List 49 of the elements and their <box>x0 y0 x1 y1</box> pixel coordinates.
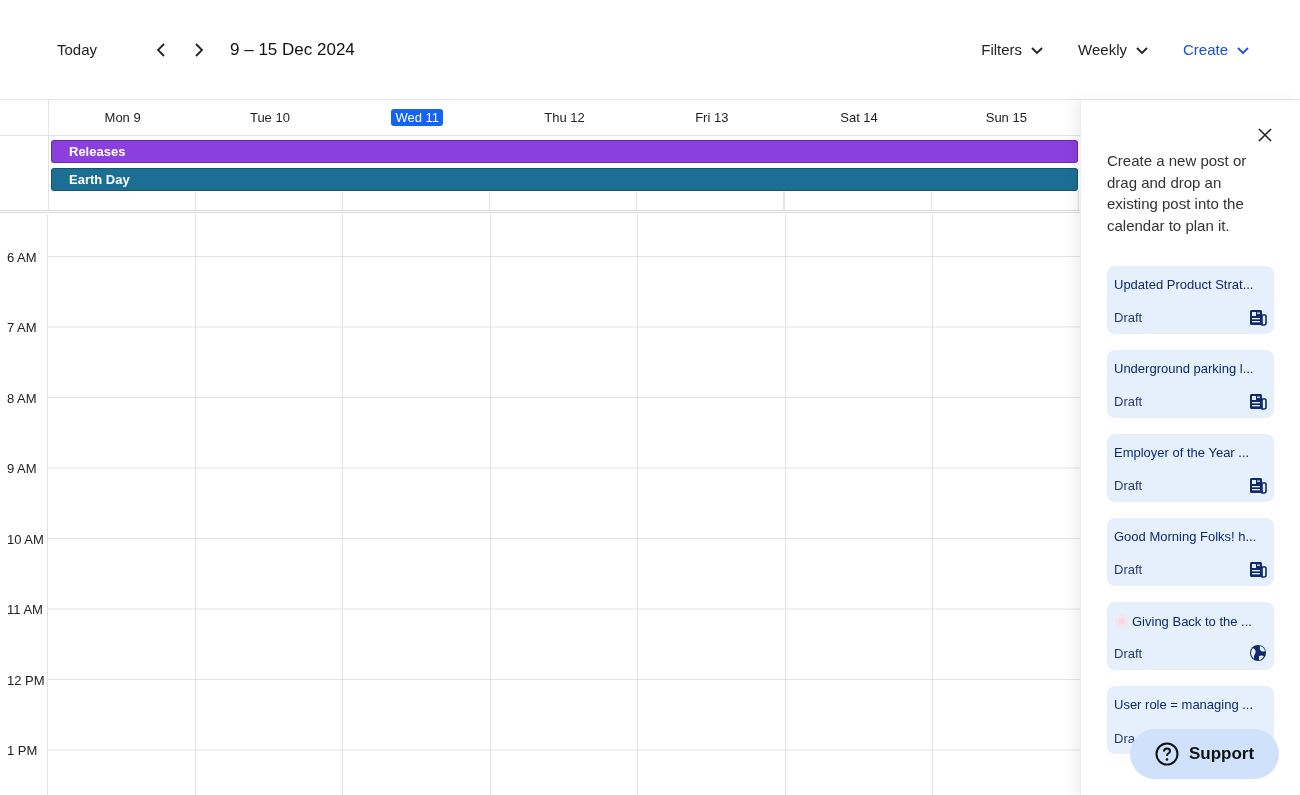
post-title: Updated Product Strat... <box>1114 277 1254 292</box>
close-icon <box>1258 128 1272 142</box>
dropdown-button[interactable]: Create <box>1178 35 1254 64</box>
time-label: 12 PM <box>6 672 45 688</box>
post-card[interactable]: Underground parking l... Draft <box>1107 350 1274 418</box>
time-label: 1 PM <box>6 743 38 759</box>
post-title: User role = managing ... <box>1114 697 1254 712</box>
panel-description: Create a new post or drag and drop an existing post into the calendar to plan it. <box>1107 151 1248 236</box>
all-day-event[interactable]: Earth Day <box>51 168 1078 191</box>
post-status: Draft <box>1114 562 1143 577</box>
newspaper-icon <box>1249 393 1267 410</box>
day-label: Sun 15 <box>984 109 1028 126</box>
day-label: Thu 12 <box>543 109 586 126</box>
day-label: Tue 10 <box>248 109 291 126</box>
chevron-right-icon <box>194 41 205 58</box>
today-button[interactable]: Today <box>46 35 109 64</box>
time-label: 9 AM <box>6 461 37 477</box>
all-day-event[interactable]: Releases <box>51 140 1078 163</box>
post-card[interactable]: Good Morning Folks! h... Draft <box>1107 518 1274 586</box>
help-icon <box>1154 742 1179 766</box>
day-label: Fri 13 <box>694 109 730 126</box>
day-label: Sat 14 <box>839 109 879 126</box>
post-title: Employer of the Year ... <box>1114 445 1250 460</box>
globe-icon <box>1249 644 1267 662</box>
day-label: Mon 9 <box>103 109 142 126</box>
post-title: Giving Back to the ... <box>1132 613 1252 629</box>
dropdown-button[interactable]: Filters <box>977 35 1049 64</box>
post-card[interactable]: Giving Back to the ... Draft <box>1107 602 1274 670</box>
newspaper-icon <box>1249 477 1267 494</box>
post-card[interactable]: Updated Product Strat... Draft <box>1107 266 1274 334</box>
time-label: 7 AM <box>6 320 37 336</box>
post-status: Draft <box>1114 310 1143 325</box>
newspaper-icon <box>1249 561 1267 578</box>
time-label: 11 AM <box>6 602 43 618</box>
post-card[interactable]: Employer of the Year ... Draft <box>1107 434 1274 502</box>
time-label: 10 AM <box>6 531 44 547</box>
close-button[interactable] <box>1258 128 1272 142</box>
time-label: 8 AM <box>6 390 37 406</box>
newspaper-icon <box>1249 309 1267 326</box>
chevron-left-icon <box>156 41 167 58</box>
post-status: Draft <box>1114 394 1143 409</box>
date-range: 9 – 15 Dec 2024 <box>230 39 355 60</box>
day-label: Wed 11 <box>391 109 443 126</box>
post-title: Underground parking l... <box>1114 361 1254 376</box>
post-status: Draft <box>1114 645 1143 661</box>
post-title: Good Morning Folks! h... <box>1114 529 1257 544</box>
dropdown-button[interactable]: Weekly <box>1074 35 1153 64</box>
time-label: 6 AM <box>6 249 37 265</box>
post-status: Draft <box>1114 478 1143 493</box>
